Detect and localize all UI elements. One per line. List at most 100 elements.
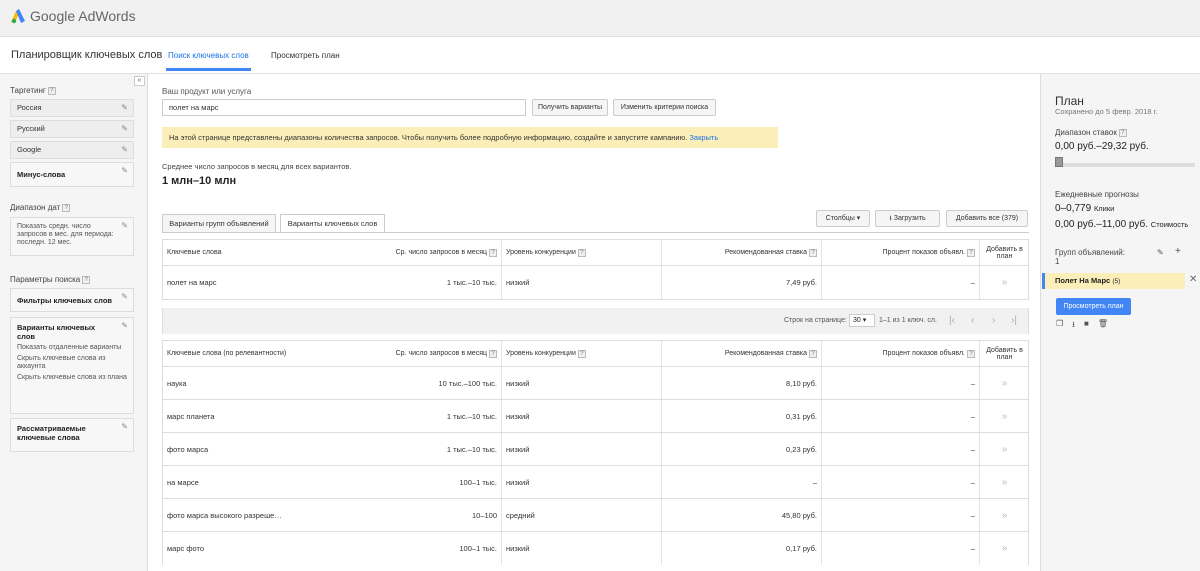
rows-per-page-select[interactable]: 30 ▾ — [849, 314, 875, 327]
search-term-table: Ключевые слова Ср. число запросов в меся… — [162, 239, 1029, 300]
searches-cell: 100–1 тыс. — [459, 477, 497, 487]
search-params-label-text: Параметры поиска — [10, 275, 81, 284]
help-icon[interactable]: ? — [809, 248, 817, 257]
keyword-variants[interactable]: Варианты ключевых слов Показать отдаленн… — [10, 317, 134, 414]
help-icon[interactable]: ? — [489, 349, 497, 358]
keyword-cell: на марсе — [167, 477, 199, 487]
first-page-icon[interactable]: |‹ — [949, 315, 955, 326]
chevron-down-icon: ▾ — [862, 317, 867, 324]
pencil-icon[interactable]: ✎ — [121, 124, 128, 133]
edit-icon[interactable]: ✎ — [1157, 248, 1164, 257]
col-header-searches[interactable]: Ср. число запросов в месяц? — [373, 240, 501, 265]
product-input[interactable]: полет на марс — [162, 99, 526, 116]
rows-per-page-value: 30 — [853, 317, 861, 324]
add-all-button[interactable]: Добавить все (379) — [946, 210, 1028, 227]
pencil-icon[interactable]: ✎ — [121, 292, 128, 301]
pencil-icon[interactable]: ✎ — [121, 103, 128, 112]
col-header-bid-text: Рекомендованная ставка — [724, 350, 807, 357]
columns-button[interactable]: Столбцы ▾ — [816, 210, 870, 227]
add-to-plan-button[interactable]: » — [979, 466, 1029, 498]
notice-banner: На этой странице представлены диапазоны … — [162, 127, 778, 148]
notice-close-link[interactable]: Закрыть — [689, 133, 718, 142]
date-range-label: Диапазон дат? — [10, 203, 71, 212]
keyword-filters[interactable]: Фильтры ключевых слов ✎ — [10, 288, 134, 312]
col-header-bid[interactable]: Рекомендованная ставка? — [661, 341, 821, 366]
share-cell: – — [821, 466, 979, 498]
change-criteria-button[interactable]: Изменить критерии поиска — [613, 99, 716, 116]
trash-icon[interactable]: 🗑 — [1098, 319, 1108, 333]
add-to-plan-button[interactable]: » — [979, 532, 1029, 565]
double-chevron-icon: » — [1001, 410, 1008, 422]
help-icon[interactable]: ? — [47, 86, 56, 95]
variant-option: Показать отдаленные варианты — [17, 344, 122, 351]
add-to-plan-button[interactable]: » — [979, 266, 1029, 299]
col-header-bid[interactable]: Рекомендованная ставка? — [661, 240, 821, 265]
add-icon[interactable]: + — [1175, 246, 1181, 257]
ad-groups-count: 1 — [1055, 257, 1060, 266]
collapse-panel-button[interactable]: « — [134, 76, 145, 86]
plan-ad-group-item[interactable]: Полет На Марс (5) — [1042, 273, 1185, 289]
tab-keyword-search[interactable]: Поиск ключевых слов — [166, 51, 251, 71]
add-to-plan-button[interactable]: » — [979, 499, 1029, 531]
keyword-ideas-table: Ключевые слова (по релевантности) Ср. чи… — [162, 340, 1029, 565]
pencil-icon[interactable]: ✎ — [121, 166, 128, 175]
col-header-competition[interactable]: Уровень конкуренции? — [501, 341, 661, 366]
col-header-keyword[interactable]: Ключевые слова — [163, 240, 373, 265]
targeting-network-value: Google — [17, 145, 42, 154]
prev-page-icon[interactable]: ‹ — [971, 315, 974, 326]
pencil-icon[interactable]: ✎ — [121, 422, 128, 431]
negative-keywords[interactable]: Минус-слова ✎ — [10, 162, 134, 187]
get-variants-button[interactable]: Получить варианты — [532, 99, 608, 116]
add-to-plan-button[interactable]: » — [979, 367, 1029, 399]
download-icon[interactable]: ⭳ — [1072, 319, 1075, 333]
tab-view-plan[interactable]: Просмотреть план — [271, 51, 340, 60]
view-plan-button[interactable]: Просмотреть план — [1056, 298, 1131, 315]
col-header-competition-text: Уровень конкуренции — [506, 350, 576, 357]
pager: Строк на странице: 30 ▾ 1–1 из 1 ключ. с… — [162, 308, 1029, 334]
targeting-location[interactable]: Россия ✎ — [10, 99, 134, 117]
col-header-share[interactable]: Процент показов объявл.? — [821, 240, 979, 265]
col-header-searches[interactable]: Ср. число запросов в месяц? — [373, 341, 501, 366]
targeting-network[interactable]: Google ✎ — [10, 141, 134, 159]
targeting-language[interactable]: Русский ✎ — [10, 120, 134, 138]
tab-ad-group-ideas[interactable]: Варианты групп объявлений — [162, 214, 276, 233]
add-to-plan-button[interactable]: » — [979, 400, 1029, 432]
help-icon[interactable]: ? — [967, 349, 975, 358]
col-header-add: Добавить в план — [979, 341, 1029, 366]
keyword-cell: марс фото — [167, 544, 205, 553]
tab-keyword-ideas[interactable]: Варианты ключевых слов — [280, 214, 385, 233]
add-to-plan-button[interactable]: » — [979, 433, 1029, 465]
help-icon[interactable]: ? — [577, 248, 586, 257]
daily-forecast-label: Ежедневные прогнозы — [1055, 190, 1139, 199]
variant-option: Скрыть ключевые слова из плана — [17, 374, 127, 381]
pencil-icon[interactable]: ✎ — [121, 145, 128, 154]
pencil-icon[interactable]: ✎ — [121, 221, 128, 230]
adwords-logo[interactable]: Google AdWords — [10, 8, 136, 24]
negative-keywords-label: Минус-слова — [17, 170, 66, 179]
keyword-cell: фото марса — [167, 444, 209, 454]
help-icon[interactable]: ? — [967, 248, 975, 257]
col-header-competition[interactable]: Уровень конкуренции? — [501, 240, 661, 265]
help-icon[interactable]: ? — [489, 248, 497, 257]
help-icon[interactable]: ? — [62, 203, 71, 212]
col-header-keyword[interactable]: Ключевые слова (по релевантности) — [163, 341, 373, 366]
bid-range-label: Диапазон ставок? — [1055, 128, 1127, 137]
next-page-icon[interactable]: › — [992, 315, 995, 326]
help-icon[interactable]: ? — [809, 349, 817, 358]
bid-slider-handle[interactable] — [1055, 157, 1063, 167]
copy-icon[interactable]: ❐ — [1056, 319, 1063, 333]
considered-keywords[interactable]: Рассматриваемые ключевые слова ✎ — [10, 418, 134, 452]
col-header-add: Добавить в план — [979, 240, 1029, 265]
close-icon[interactable]: ✕ — [1189, 274, 1197, 285]
col-header-share[interactable]: Процент показов объявл.? — [821, 341, 979, 366]
help-icon[interactable]: ? — [82, 275, 91, 284]
considered-keywords-label: Рассматриваемые ключевые слова — [17, 424, 86, 442]
help-icon[interactable]: ? — [577, 349, 586, 358]
download-button[interactable]: ⭳ Загрузить — [875, 210, 940, 227]
save-icon[interactable]: ■ — [1084, 319, 1089, 333]
help-icon[interactable]: ? — [1118, 128, 1127, 137]
date-range-box[interactable]: Показать средн. число запросов в мес. дл… — [10, 217, 134, 256]
pencil-icon[interactable]: ✎ — [121, 321, 128, 330]
share-cell: – — [821, 499, 979, 531]
last-page-icon[interactable]: ›| — [1011, 315, 1017, 326]
